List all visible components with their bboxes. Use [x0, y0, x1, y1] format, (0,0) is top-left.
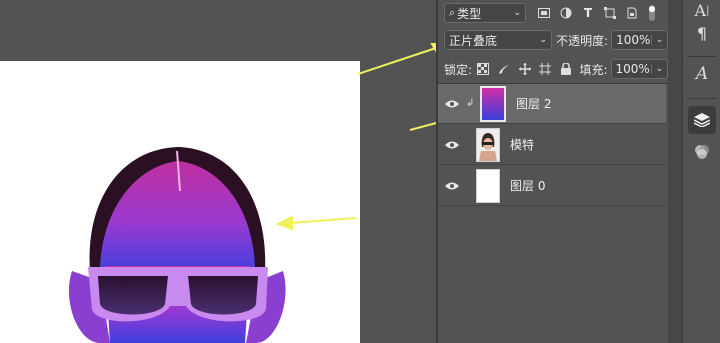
- layer-row[interactable]: 图层 0: [438, 166, 666, 206]
- lock-label: 锁定:: [444, 62, 473, 77]
- search-icon: ⌕: [449, 6, 456, 19]
- opacity-input[interactable]: 100% ⌄: [611, 30, 668, 50]
- fill-value: 100%: [615, 62, 650, 76]
- filter-row: ⌕ 类型 ⌄ T: [438, 2, 668, 24]
- glyph-style-glyph: A: [695, 64, 709, 84]
- visibility-eye-icon[interactable]: [438, 182, 466, 190]
- fill-label: 填充:: [579, 62, 608, 77]
- lock-all-icon[interactable]: [559, 61, 574, 77]
- paragraph-glyph: ¶: [696, 24, 708, 43]
- layer-name[interactable]: 图层 2: [516, 95, 551, 112]
- layer-row[interactable]: ↲ 图层 2: [438, 84, 666, 124]
- layer-thumbnail-model: [476, 127, 500, 162]
- lock-row: 锁定: 填充: 100% ⌄: [438, 58, 668, 80]
- layers-panel-icon[interactable]: [688, 106, 716, 134]
- toolstrip-separator: [687, 56, 717, 57]
- smart-object-filter-icon[interactable]: [624, 5, 640, 21]
- visibility-eye-icon[interactable]: [438, 100, 466, 108]
- filter-kind-select[interactable]: ⌕ 类型 ⌄: [444, 3, 526, 23]
- character-panel-icon[interactable]: A |: [691, 0, 713, 20]
- chevron-down-icon[interactable]: ⌄: [651, 35, 667, 45]
- panel-scrollbar[interactable]: [668, 0, 682, 343]
- fill-input[interactable]: 100% ⌄: [610, 59, 668, 79]
- shape-filter-icon[interactable]: [602, 5, 618, 21]
- lock-transparent-pixels-icon[interactable]: [476, 61, 491, 77]
- visibility-eye-icon[interactable]: [438, 141, 466, 149]
- lock-position-icon[interactable]: [517, 61, 532, 77]
- canvas-area[interactable]: [0, 0, 483, 343]
- filter-toggle-icon[interactable]: [644, 5, 660, 21]
- layer-thumbnail-white: [476, 168, 500, 203]
- opacity-label: 不透明度:: [556, 33, 609, 48]
- layer-name[interactable]: 模特: [510, 136, 534, 153]
- opacity-value: 100%: [616, 33, 651, 47]
- right-tool-strip: A | ¶ A: [682, 0, 720, 343]
- character-glyph: A: [694, 0, 707, 20]
- channels-panel-icon[interactable]: [691, 142, 713, 162]
- lock-artboard-icon[interactable]: [538, 61, 553, 77]
- lock-image-pixels-icon[interactable]: [497, 61, 512, 77]
- layer-name[interactable]: 图层 0: [510, 177, 545, 194]
- blend-mode-select[interactable]: 正片叠底 ⌄: [444, 30, 553, 50]
- clipping-mask-icon: ↲: [466, 98, 475, 109]
- layer-row[interactable]: 模特: [438, 125, 666, 165]
- chevron-down-icon[interactable]: ⌄: [650, 64, 667, 74]
- paragraph-panel-icon[interactable]: ¶: [691, 24, 713, 46]
- type-filter-icon[interactable]: T: [580, 5, 596, 21]
- adjustment-filter-icon[interactable]: [558, 5, 574, 21]
- chevron-down-icon: ⌄: [539, 35, 548, 45]
- filter-kind-label: 类型: [457, 6, 482, 21]
- toolstrip-separator: [687, 98, 717, 99]
- blend-mode-value: 正片叠底: [449, 33, 498, 48]
- layer-thumbnail-gradient: [480, 85, 506, 122]
- blend-row: 正片叠底 ⌄ 不透明度: 100% ⌄: [438, 29, 668, 51]
- chevron-down-icon: ⌄: [513, 8, 521, 18]
- layers-panel: ⌕ 类型 ⌄ T 正片叠底 ⌄ 不透明度: 100% ⌄ 锁定: 填充: 100…: [438, 0, 668, 343]
- image-filter-icon[interactable]: [536, 5, 552, 21]
- glyphs-panel-icon[interactable]: A: [691, 64, 713, 88]
